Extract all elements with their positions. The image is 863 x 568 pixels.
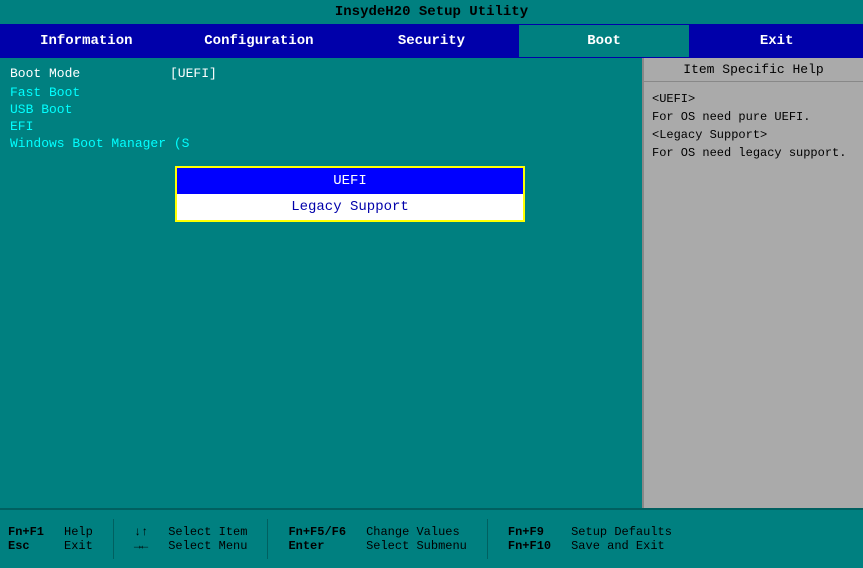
change-values-label: Change Values (366, 525, 467, 539)
boot-mode-label: Boot Mode (10, 66, 170, 81)
status-defaults-desc: Setup Defaults Save and Exit (571, 525, 672, 553)
title-bar: InsydeH20 Setup Utility (0, 0, 863, 24)
enter-key: Enter (288, 539, 346, 553)
status-change-desc: Change Values Select Submenu (366, 525, 467, 553)
arrows-key: ↓↑ (134, 525, 148, 539)
windows-boot-manager-link[interactable]: Windows Boot Manager (S (10, 136, 632, 151)
fn-f9-key: Fn+F9 (508, 525, 551, 539)
boot-mode-row: Boot Mode [UEFI] (10, 66, 632, 81)
efi-link[interactable]: EFI (10, 119, 632, 134)
dropdown-popup: UEFI Legacy Support (175, 166, 525, 222)
status-help: Fn+F1 Esc (8, 525, 44, 553)
help-label: Help (64, 525, 93, 539)
main-content: Boot Mode [UEFI] Fast Boot USB Boot EFI … (0, 58, 863, 508)
select-submenu-label: Select Submenu (366, 539, 467, 553)
status-help-desc: Help Exit (64, 525, 93, 553)
status-bar: Fn+F1 Esc Help Exit ↓↑ →← Select Item Se… (0, 508, 863, 568)
tab-configuration[interactable]: Configuration (173, 24, 346, 58)
arrows-key-2: →← (134, 539, 148, 553)
boot-mode-value: [UEFI] (170, 66, 217, 81)
fn-f1-key: Fn+F1 (8, 525, 44, 539)
fn-f10-key: Fn+F10 (508, 539, 551, 553)
tab-information[interactable]: Information (0, 24, 173, 58)
item-specific-help-content: <UEFI> For OS need pure UEFI. <Legacy Su… (644, 82, 863, 170)
help-line-1: <UEFI> (652, 92, 695, 106)
help-line-2: For OS need pure UEFI. (652, 110, 810, 124)
tab-security[interactable]: Security (345, 24, 518, 58)
app-title: InsydeH20 Setup Utility (335, 4, 528, 20)
select-item-label: Select Item (168, 525, 247, 539)
status-change-keys: Fn+F5/F6 Enter (288, 525, 346, 553)
separator-3 (487, 519, 488, 559)
usb-boot-link[interactable]: USB Boot (10, 102, 632, 117)
esc-key: Esc (8, 539, 44, 553)
nav-tabs: Information Configuration Security Boot … (0, 24, 863, 58)
fn-f5-f6-key: Fn+F5/F6 (288, 525, 346, 539)
help-line-3: <Legacy Support> (652, 128, 767, 142)
status-defaults-keys: Fn+F9 Fn+F10 (508, 525, 551, 553)
dropdown-legacy-support[interactable]: Legacy Support (177, 194, 523, 220)
right-panel: Item Specific Help <UEFI> For OS need pu… (642, 58, 863, 508)
setup-defaults-label: Setup Defaults (571, 525, 672, 539)
left-panel: Boot Mode [UEFI] Fast Boot USB Boot EFI … (0, 58, 642, 508)
dropdown-uefi[interactable]: UEFI (177, 168, 523, 194)
fast-boot-link[interactable]: Fast Boot (10, 85, 632, 100)
select-menu-label: Select Menu (168, 539, 247, 553)
save-and-exit-label: Save and Exit (571, 539, 672, 553)
tab-boot[interactable]: Boot (518, 24, 691, 58)
exit-label: Exit (64, 539, 93, 553)
status-arrows: ↓↑ →← (134, 525, 148, 553)
help-line-4: For OS need legacy support. (652, 146, 846, 160)
status-arrows-desc: Select Item Select Menu (168, 525, 247, 553)
item-specific-help-title: Item Specific Help (644, 58, 863, 82)
separator-1 (113, 519, 114, 559)
tab-exit[interactable]: Exit (690, 24, 863, 58)
separator-2 (267, 519, 268, 559)
